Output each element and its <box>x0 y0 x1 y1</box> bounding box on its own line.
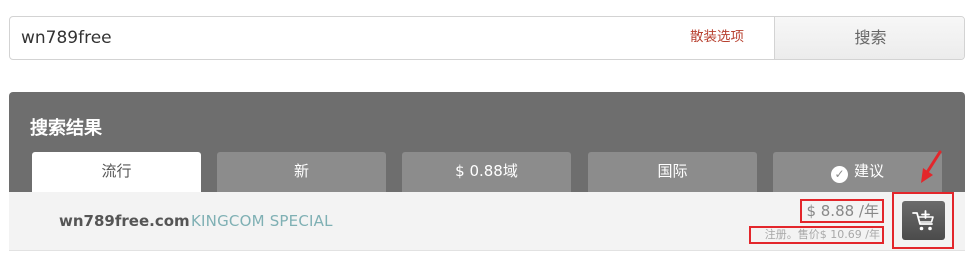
domain-name: wn789free.com <box>59 212 190 230</box>
tab-label: 流行 <box>101 162 132 180</box>
search-input[interactable] <box>10 17 774 59</box>
results-title: 搜索结果 <box>30 118 102 139</box>
tab-label: $ 0.88域 <box>455 162 518 180</box>
tab-international[interactable]: 国际 <box>588 152 757 192</box>
result-row: wn789free.com KINGCOM SPECIAL $ 8.88 /年 … <box>9 192 965 251</box>
add-to-cart-button[interactable] <box>902 201 945 240</box>
add-to-cart-icon <box>912 210 934 231</box>
bulk-options-link[interactable]: 散装选项 <box>690 17 744 59</box>
tab-new[interactable]: 新 <box>217 152 386 192</box>
tab-popular[interactable]: 流行 <box>32 152 201 192</box>
tab-cheap-domains[interactable]: $ 0.88域 <box>402 152 571 192</box>
search-bar: 散装选项 搜索 <box>9 16 965 60</box>
tab-suggestions[interactable]: ✓ 建议 <box>773 152 942 192</box>
price: $ 8.88 /年 <box>800 199 884 223</box>
annotation-arrow-icon <box>921 150 942 183</box>
tab-label: 建议 <box>853 162 884 180</box>
results-panel: 搜索结果 流行 新 $ 0.88域 国际 ✓ 建议 <box>9 92 965 192</box>
tab-label: 新 <box>293 162 309 180</box>
check-circle-icon: ✓ <box>830 166 848 183</box>
tab-label: 国际 <box>657 162 688 180</box>
promo-tag: KINGCOM SPECIAL <box>191 212 333 230</box>
renewal-price: 注册。售价$ 10.69 /年 <box>749 226 884 244</box>
search-button[interactable]: 搜索 <box>774 17 964 59</box>
